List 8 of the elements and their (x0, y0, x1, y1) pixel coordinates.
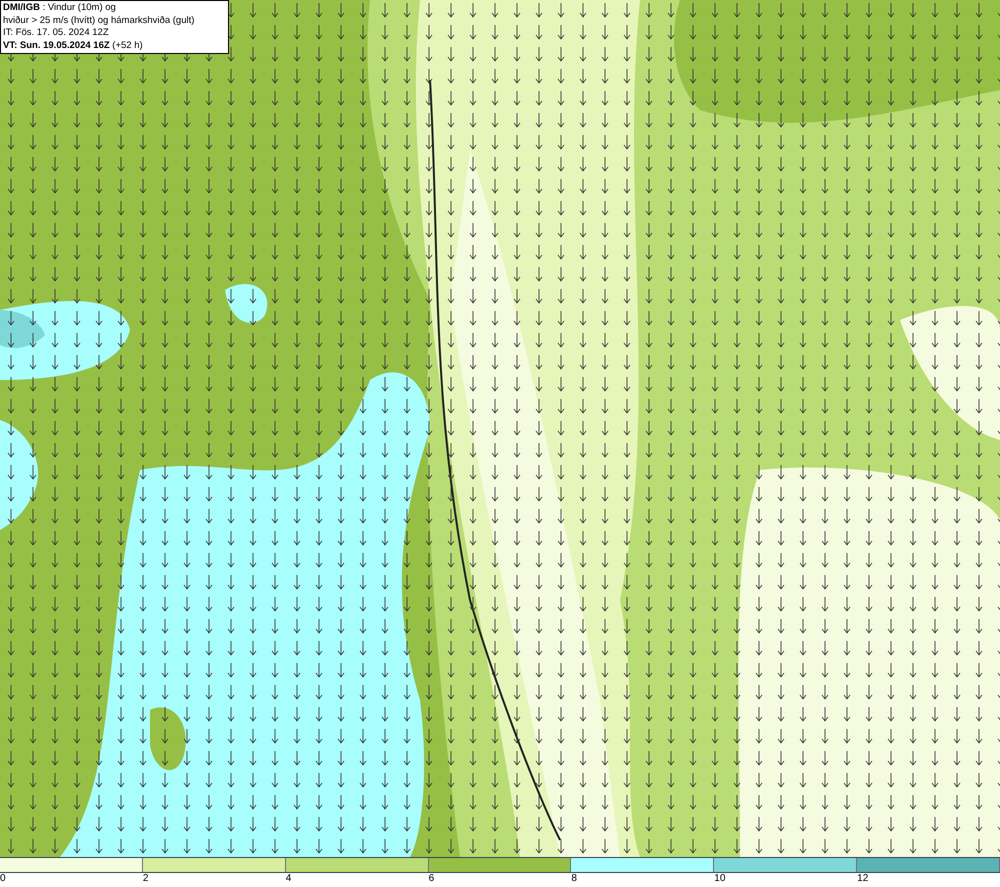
legend-tick-label: 12 (857, 873, 868, 885)
legend-tick-label: 6 (428, 873, 434, 885)
legend-tick-label: 2 (142, 873, 148, 885)
map-caption: DMI/IGB : Vindur (10m) og hviður > 25 m/s (hvítt) og hámarkshviða (gult) IT: Fös. 17. 05. 2024 12Z VT: Sun. 19.05.2024 16Z (+52 h) (0, 0, 229, 54)
legend-tick-label: 4 (286, 873, 292, 885)
legend-tick-label: 8 (571, 873, 577, 885)
legend-tick-label: 0 (0, 873, 6, 885)
legend-tick-label: 10 (714, 873, 726, 885)
